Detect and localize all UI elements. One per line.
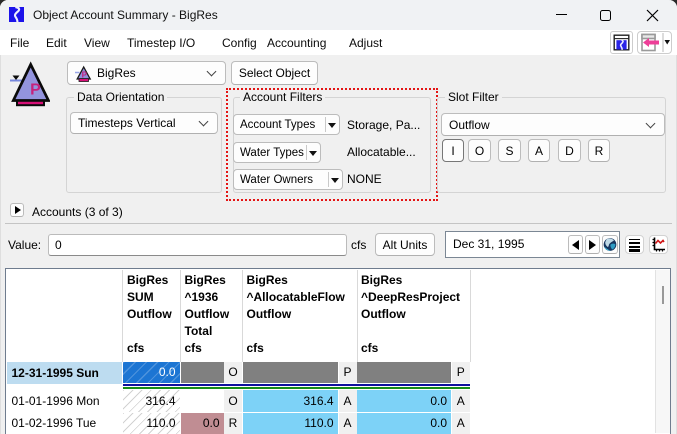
svg-text:P: P — [82, 70, 88, 79]
svg-text:P: P — [30, 82, 41, 99]
